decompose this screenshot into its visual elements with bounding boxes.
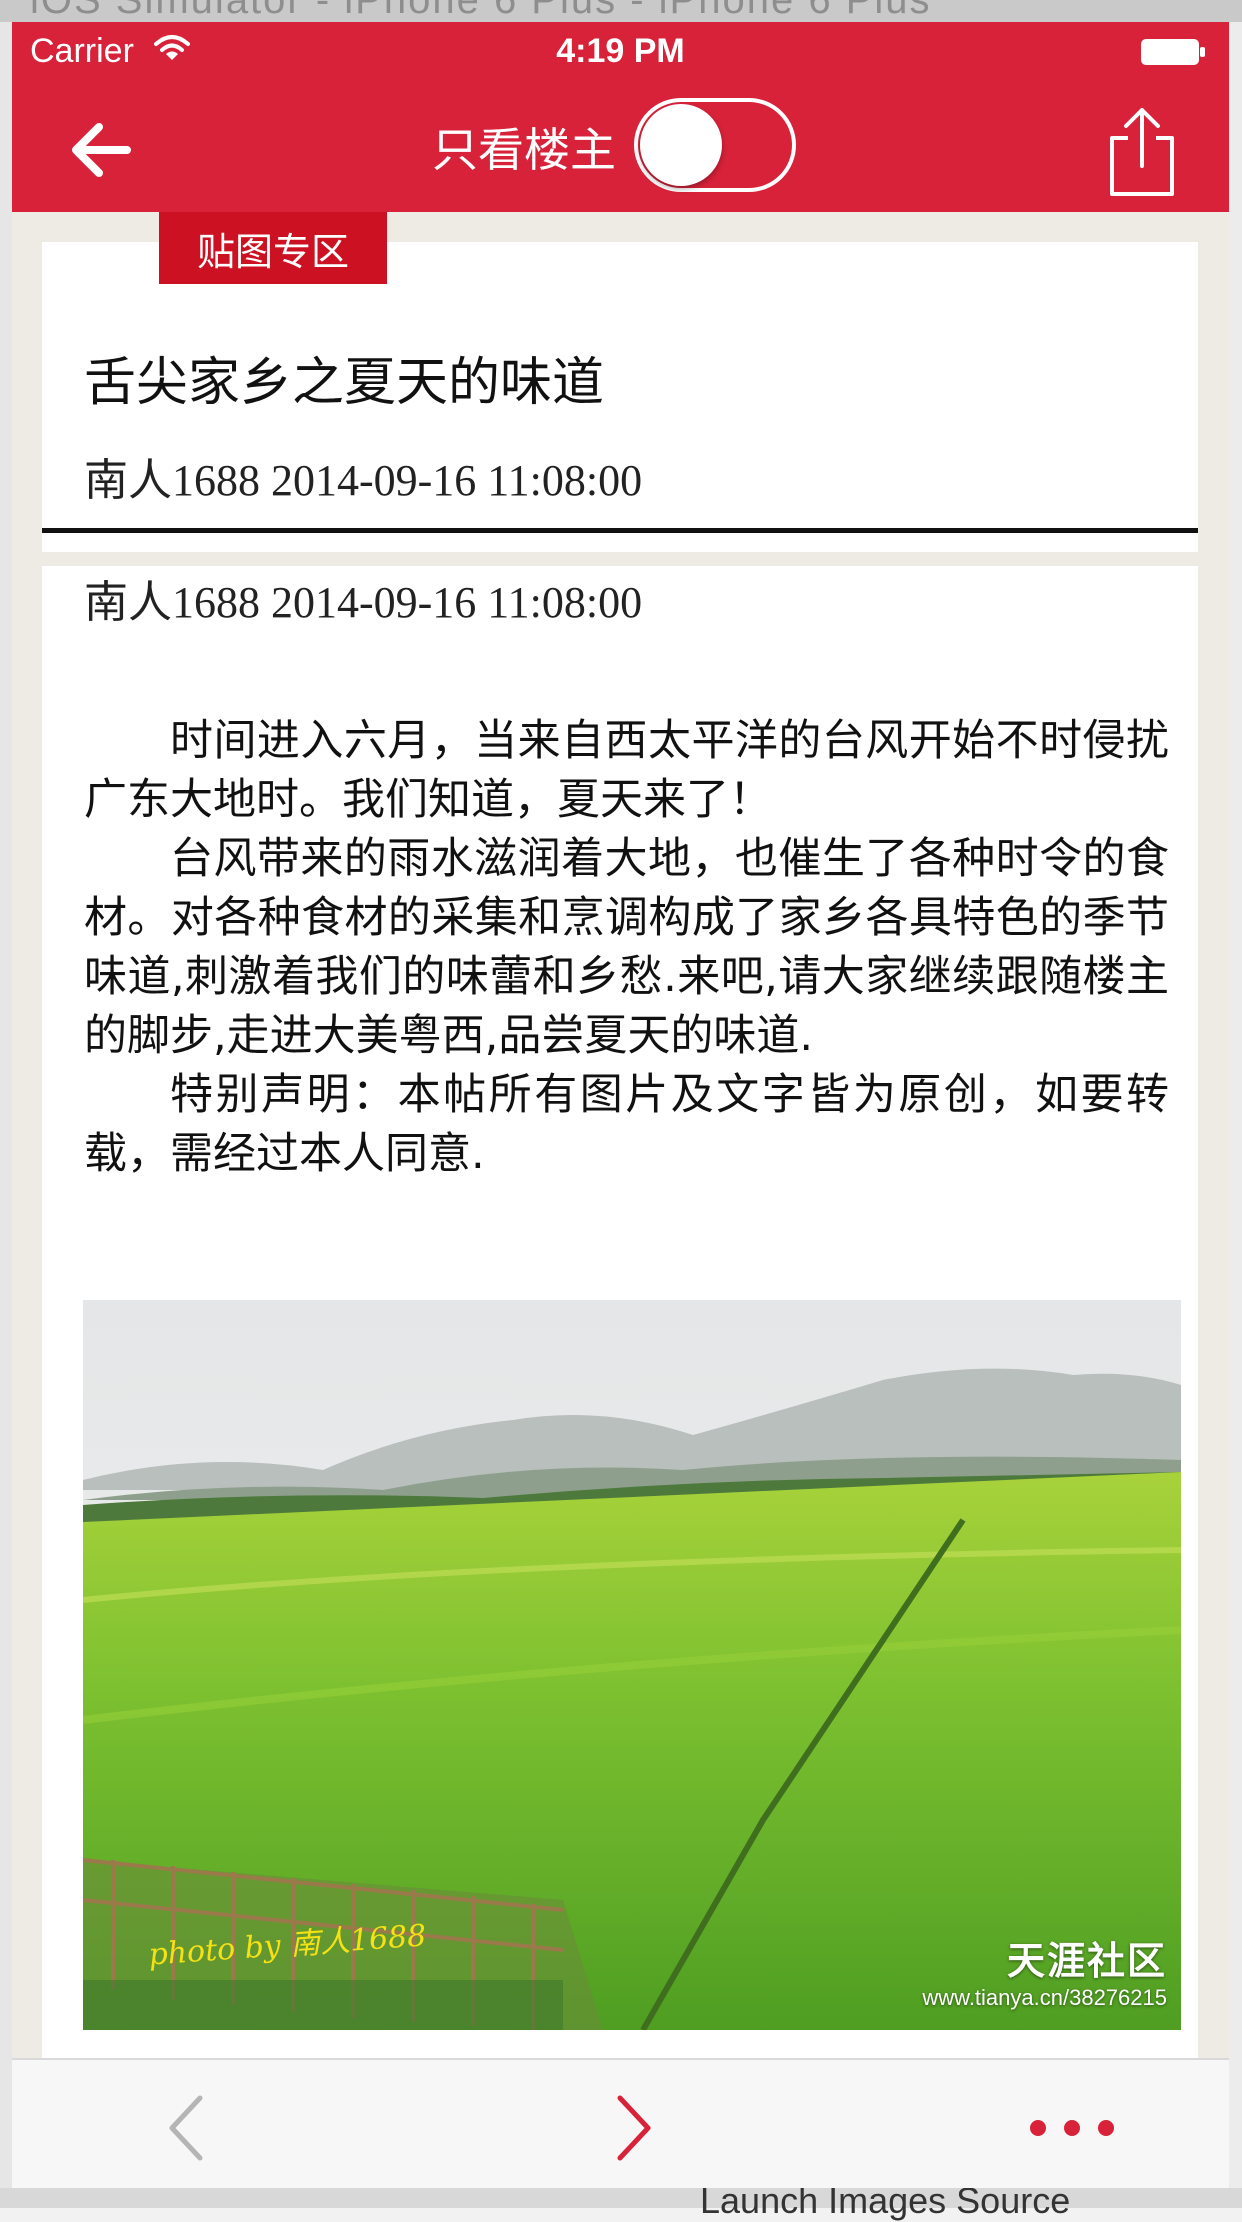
battery-icon [1141,39,1205,65]
header-divider [42,528,1198,533]
back-button[interactable] [67,110,147,190]
post-content: 时间进入六月，当来自西太平洋的台风开始不时侵扰广东大地时。我们知道，夏天来了！ … [84,712,1169,1184]
only-op-toggle[interactable] [634,98,796,192]
navigation-bar: Carrier 4:19 PM 只看楼主 [12,22,1229,212]
chevron-left-icon[interactable] [148,2088,228,2168]
nav-title-only-op: 只看楼主 [432,123,616,177]
post-paragraph: 特别声明：本帖所有图片及文字皆为原创，如要转载，需经过本人同意. [84,1070,1169,1179]
status-bar: Carrier 4:19 PM [12,22,1229,86]
share-icon[interactable] [1106,104,1178,200]
more-dots-icon[interactable] [1022,2088,1122,2168]
post-paragraph: 台风带来的雨水滋润着大地，也催生了各种时令的食材。对各种食材的采集和烹调构成了家… [84,834,1169,1061]
simulator-left-edge [0,22,12,2208]
post-title: 舌尖家乡之夏天的味道 [84,353,605,413]
floor-author-date: 南人1688 2014-09-16 11:08:00 [84,578,643,627]
bottom-toolbar [12,2058,1229,2188]
chevron-right-icon[interactable] [592,2088,672,2168]
simulator-title: iOS Simulator - iPhone 6 Plus - iPhone 6… [30,0,932,22]
rice-field-image [83,1300,1181,2030]
post-photo[interactable]: photo by 南人1688 天涯社区 www.tianya.cn/38276… [83,1300,1181,2030]
toggle-knob [640,104,722,186]
arrow-left-icon [72,123,131,177]
post-author-date: 南人1688 2014-09-16 11:08:00 [84,456,643,505]
watermark-brand: 天涯社区 [1006,1939,1167,1983]
watermark-url: www.tianya.cn/38276215 [922,1985,1167,2010]
simulator-right-edge [1229,22,1242,2208]
simulator-title-strip: iOS Simulator - iPhone 6 Plus - iPhone 6… [0,0,1242,22]
category-tag[interactable]: 贴图专区 [159,212,387,284]
post-paragraph: 时间进入六月，当来自西太平洋的台风开始不时侵扰广东大地时。我们知道，夏天来了！ [84,716,1169,825]
photo-watermark: 天涯社区 www.tianya.cn/38276215 [922,1930,1167,2011]
phone-screen: Carrier 4:19 PM 只看楼主 贴图专区 舌尖家乡之夏天的味道 南人1… [12,22,1229,2188]
status-time: 4:19 PM [556,32,685,70]
